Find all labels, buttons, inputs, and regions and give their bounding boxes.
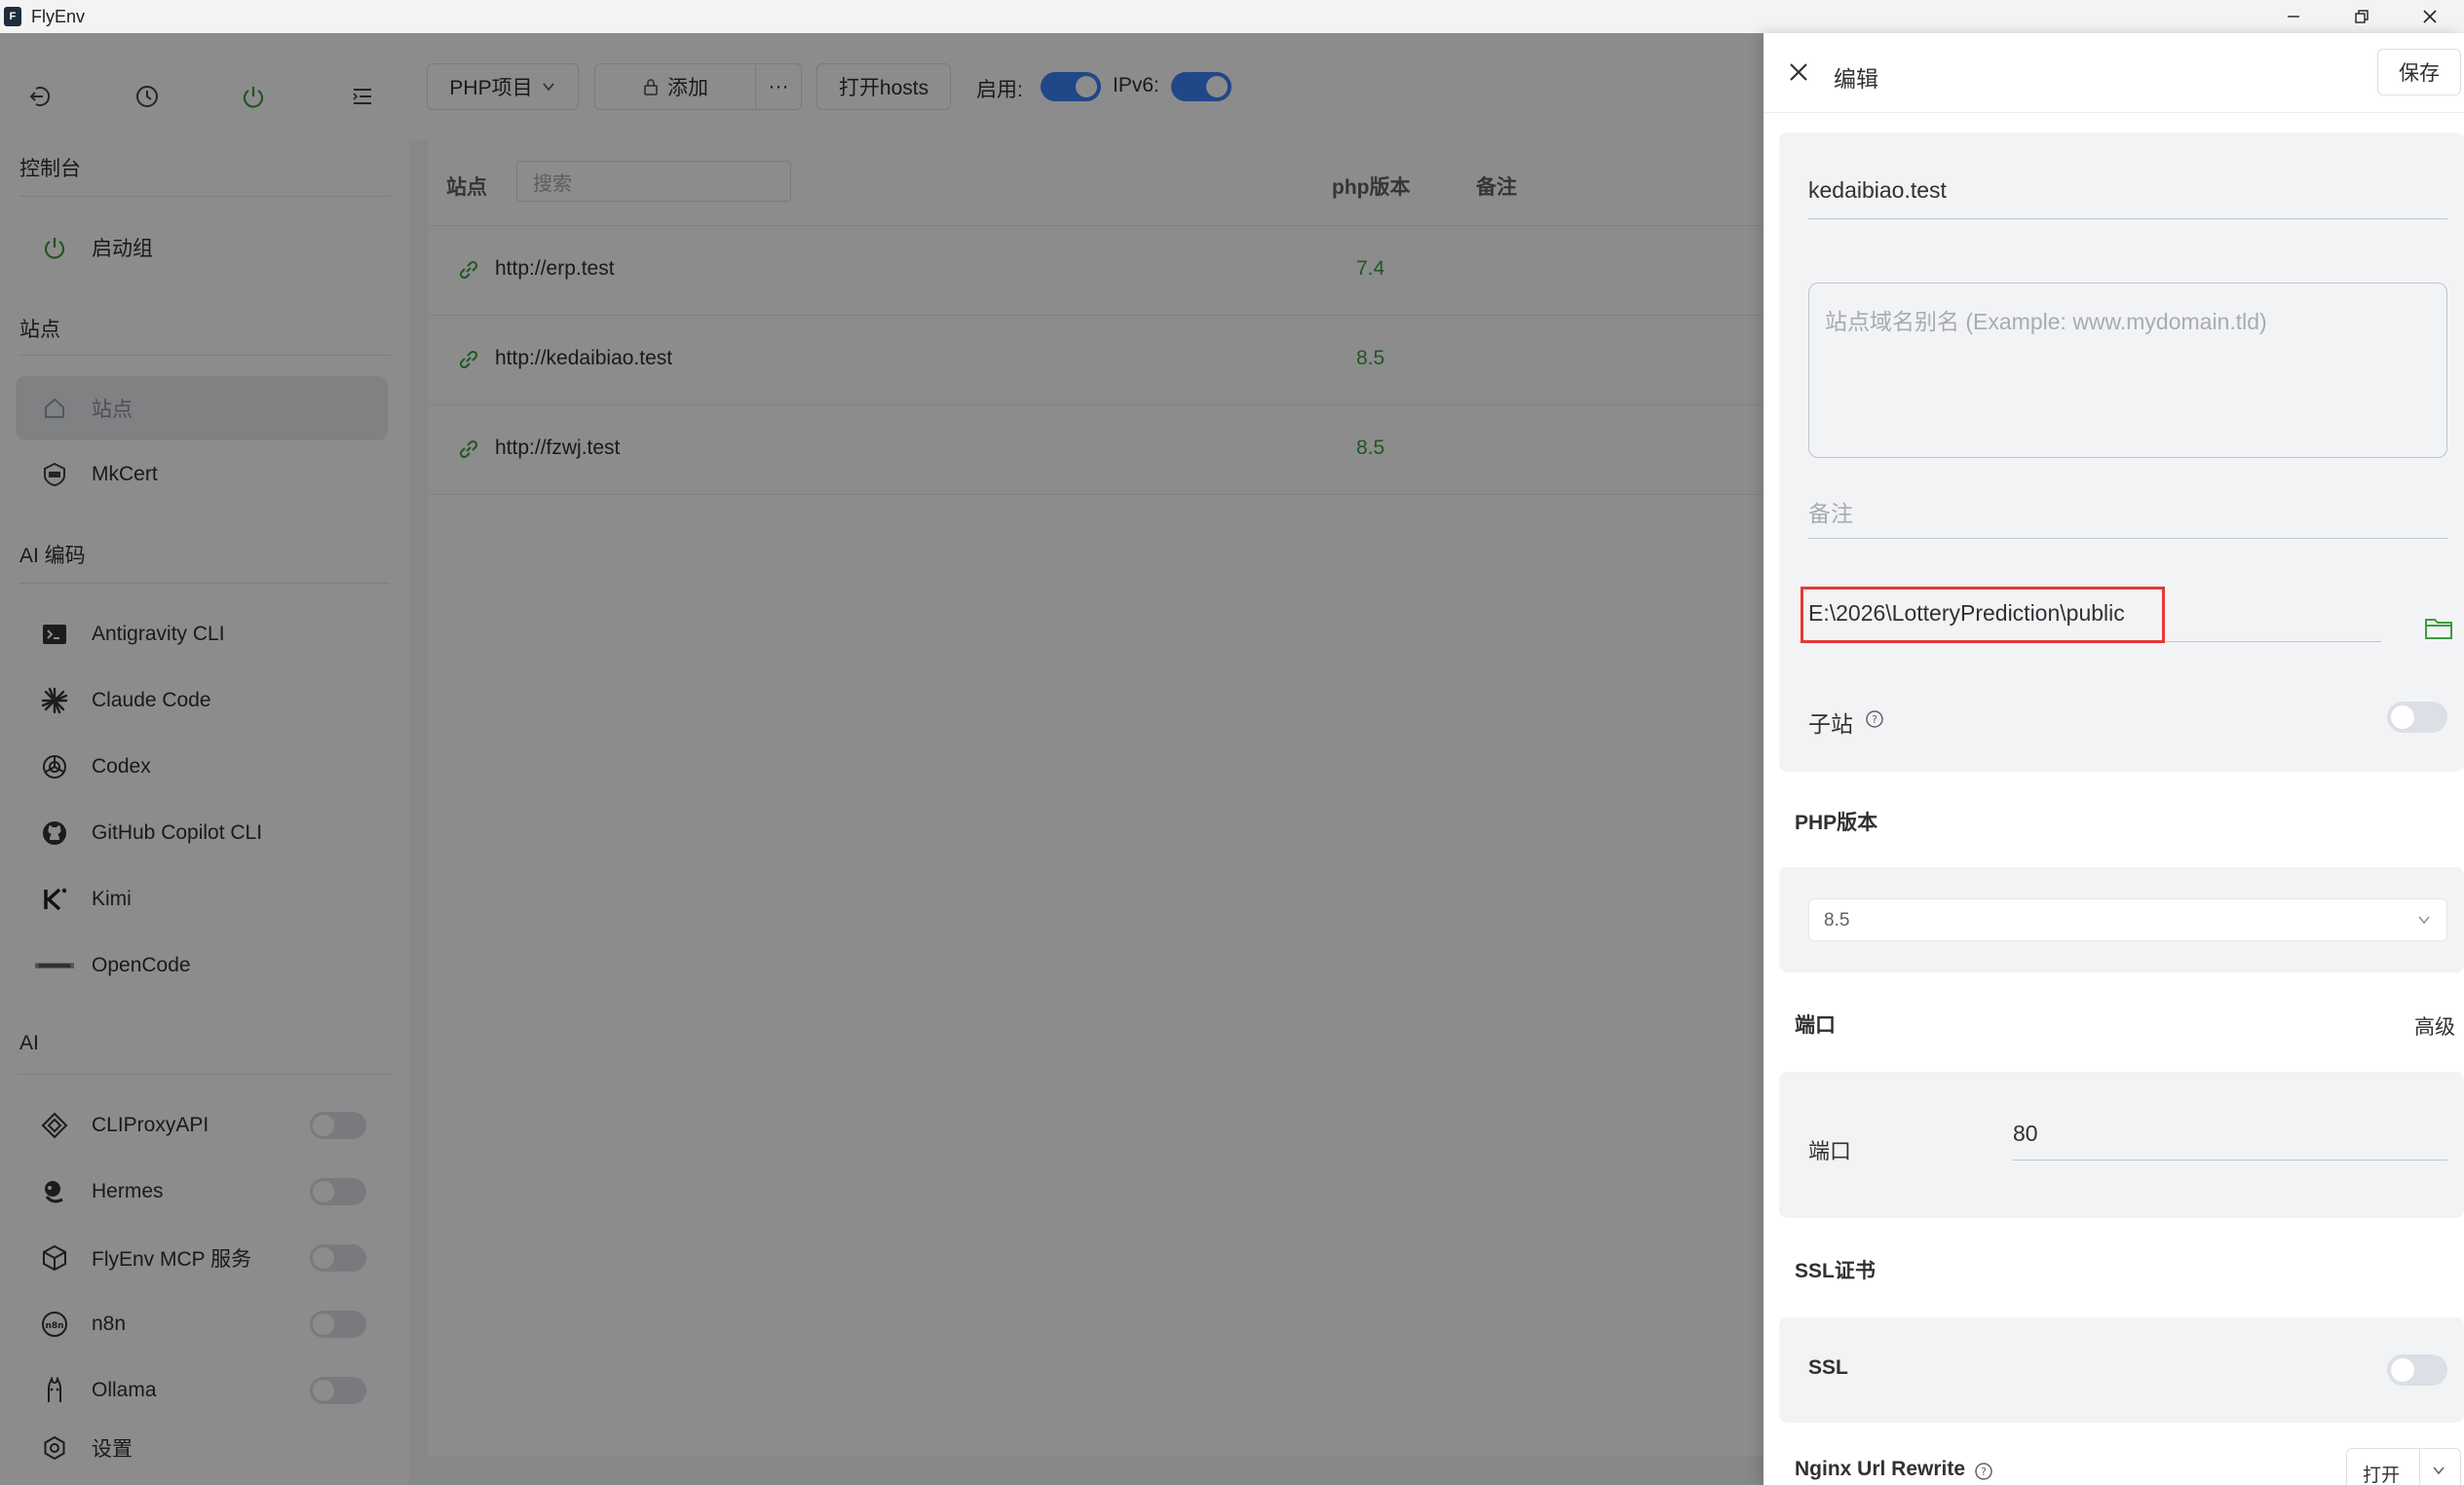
port-field[interactable]: 80: [2013, 1121, 2038, 1147]
chevron-down-icon: [2433, 1466, 2445, 1475]
alias-textarea[interactable]: 站点域名别名 (Example: www.mydomain.tld): [1808, 283, 2447, 458]
minimize-icon[interactable]: [2259, 0, 2328, 33]
port-card: 端口 80: [1779, 1072, 2464, 1218]
alias-placeholder: 站点域名别名 (Example: www.mydomain.tld): [1825, 309, 2267, 334]
port-title: 端口: [1795, 1014, 1836, 1037]
ssl-toggle[interactable]: [2387, 1354, 2447, 1386]
php-version-card: 8.5: [1779, 867, 2464, 972]
highlight-box: [1801, 587, 2165, 643]
modal-overlay[interactable]: [0, 33, 1763, 1485]
site-form-card: kedaibiao.test 站点域名别名 (Example: www.mydo…: [1779, 133, 2464, 772]
ssl-label: SSL: [1808, 1356, 1848, 1379]
svg-text:?: ?: [1872, 713, 1877, 726]
divider: [2013, 1160, 2447, 1161]
php-version-select[interactable]: 8.5: [1808, 898, 2447, 941]
rewrite-open-label: 打开: [2363, 1466, 2401, 1485]
drawer-title: 编辑: [1834, 66, 1878, 92]
help-icon[interactable]: ?: [1974, 1462, 1993, 1481]
divider: [2419, 1449, 2420, 1485]
port-label: 端口: [1808, 1139, 1852, 1163]
ssl-title: SSL证书: [1795, 1260, 1876, 1282]
save-button[interactable]: 保存: [2377, 49, 2461, 95]
folder-icon[interactable]: [2424, 616, 2453, 641]
app-logo: F: [4, 7, 21, 26]
note-field[interactable]: 备注: [1808, 495, 1853, 528]
rewrite-open-button[interactable]: 打开: [2346, 1448, 2461, 1485]
drawer-header: 编辑 保存: [1763, 33, 2464, 113]
domain-field[interactable]: kedaibiao.test: [1808, 177, 1947, 204]
restore-icon[interactable]: [2328, 0, 2396, 33]
close-icon[interactable]: [2396, 0, 2464, 33]
subsite-label: 子站: [1808, 711, 1853, 737]
divider: [1808, 538, 2447, 539]
edit-drawer: 编辑 保存 kedaibiao.test 站点域名别名 (Example: ww…: [1763, 33, 2464, 1485]
close-icon[interactable]: [1783, 57, 1814, 88]
svg-text:?: ?: [1981, 1466, 1987, 1478]
rewrite-label: Nginx Url Rewrite: [1795, 1458, 1966, 1480]
ssl-card: SSL: [1779, 1317, 2464, 1423]
chevron-down-icon: [2418, 916, 2430, 925]
php-version-title: PHP版本: [1795, 812, 1878, 834]
app-title: FlyEnv: [31, 6, 86, 26]
divider: [1808, 218, 2447, 219]
advanced-link[interactable]: 高级: [2414, 1011, 2455, 1041]
help-icon[interactable]: ?: [1865, 709, 1884, 729]
subsite-toggle[interactable]: [2387, 702, 2447, 733]
window-controls: [2259, 0, 2464, 33]
php-version-value: 8.5: [1824, 910, 1850, 931]
title-bar: F FlyEnv: [0, 0, 2464, 33]
